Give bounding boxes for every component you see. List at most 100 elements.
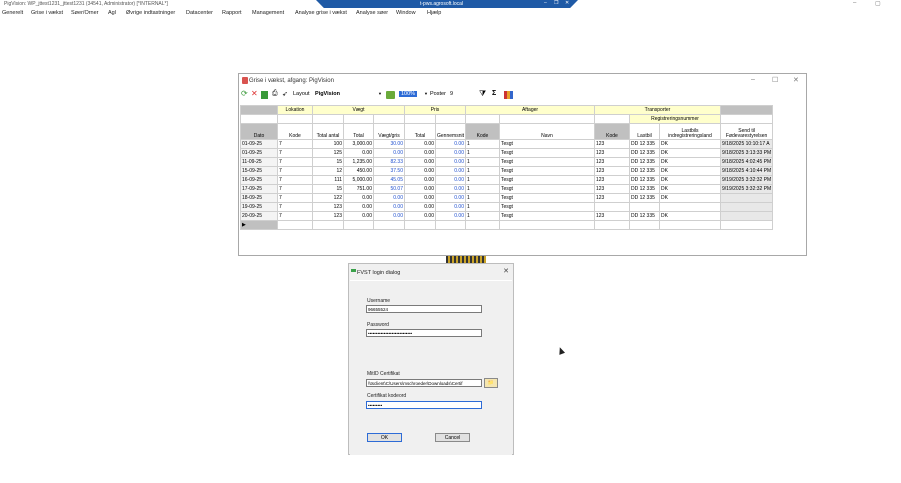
table-cell[interactable]: Tesgt	[499, 193, 595, 203]
layout-dropdown-icon[interactable]: ▼	[378, 91, 382, 96]
table-cell[interactable]: 0.00	[404, 184, 436, 194]
table-cell[interactable]: 1	[465, 157, 500, 167]
delete-icon[interactable]: ✕	[251, 89, 258, 98]
table-cell[interactable]: 0.00	[404, 202, 436, 212]
table-cell[interactable]: DK	[659, 157, 721, 167]
table-cell[interactable]: 0.00	[343, 148, 374, 158]
table-cell[interactable]: 123	[594, 157, 630, 167]
table-cell[interactable]: DK	[659, 166, 721, 176]
table-cell[interactable]: 1	[465, 139, 500, 149]
table-cell[interactable]: 0.00	[373, 148, 405, 158]
table-cell[interactable]: 0.00	[435, 211, 466, 221]
remote-minimize-button[interactable]: –	[544, 0, 547, 6]
table-cell[interactable]: 9/18/2025 10:10:17 A	[719, 139, 774, 149]
zoom-dropdown-icon[interactable]: ▼	[424, 91, 428, 96]
ok-button[interactable]: OK	[367, 433, 402, 442]
table-cell[interactable]: 30.00	[373, 139, 405, 149]
table-cell[interactable]: Tesgt	[499, 139, 595, 149]
table-cell[interactable]: 7	[277, 202, 313, 212]
menu-item[interactable]: Window	[396, 10, 416, 16]
table-cell[interactable]: 0.00	[404, 211, 436, 221]
table-cell[interactable]: 01-09-25	[240, 139, 278, 149]
table-cell[interactable]: DD 12 335	[629, 175, 660, 185]
table-cell[interactable]: 0.00	[343, 193, 374, 203]
table-cell[interactable]: DK	[659, 184, 721, 194]
table-cell[interactable]: 01-09-25	[240, 148, 278, 158]
table-cell[interactable]: 7	[277, 166, 313, 176]
table-cell[interactable]	[719, 193, 774, 203]
table-cell[interactable]: DK	[659, 193, 721, 203]
table-cell[interactable]: 1	[465, 175, 500, 185]
table-cell[interactable]: 0.00	[435, 184, 466, 194]
table-cell[interactable]: 125	[312, 148, 344, 158]
menu-item[interactable]: Agl	[108, 10, 116, 16]
table-cell[interactable]	[594, 202, 630, 212]
table-cell[interactable]: 0.00	[373, 202, 405, 212]
table-cell[interactable]: 1	[465, 166, 500, 176]
table-cell[interactable]: 15	[312, 157, 344, 167]
table-cell[interactable]: 123	[594, 184, 630, 194]
table-cell[interactable]: 123	[594, 139, 630, 149]
table-cell[interactable]: 0.00	[404, 148, 436, 158]
table-row[interactable]: 15-09-25 7 12 450.00 37.50 0.00 0.00 1 Tesgt 123 D…	[240, 166, 774, 176]
remote-close-button[interactable]: ✕	[565, 0, 569, 6]
table-cell[interactable]: Tesgt	[499, 202, 595, 212]
menu-item[interactable]: Hjælp	[427, 10, 441, 16]
table-cell[interactable]: 1,235.00	[343, 157, 374, 167]
browse-folder-icon[interactable]: 📁	[484, 378, 498, 388]
certificate-password-input[interactable]: •••••••••	[366, 401, 482, 409]
table-cell[interactable]: 450.00	[343, 166, 374, 176]
table-cell[interactable]: 0.00	[435, 175, 466, 185]
table-cell[interactable]: 0.00	[404, 166, 436, 176]
col-header[interactable]: Lastbil	[629, 123, 660, 140]
table-cell[interactable]: 0.00	[435, 166, 466, 176]
menu-item[interactable]: Datacenter	[186, 10, 213, 16]
table-cell[interactable]: 123	[594, 193, 630, 203]
table-cell[interactable]: 1	[465, 193, 500, 203]
zoom-select[interactable]: 100%	[399, 91, 418, 97]
table-cell[interactable]: 0.00	[404, 139, 436, 149]
table-cell[interactable]	[719, 211, 774, 221]
print-icon[interactable]: ⎙	[272, 90, 278, 98]
table-cell[interactable]: 20-09-25	[240, 211, 278, 221]
table-cell[interactable]: 0.00	[435, 193, 466, 203]
menu-item[interactable]: Analyse søer	[356, 10, 388, 16]
refresh-icon[interactable]: ⟳	[241, 89, 248, 98]
table-cell[interactable]: 9/19/2025 3:32:32 PM	[719, 184, 774, 194]
table-cell[interactable]: 17-09-25	[240, 184, 278, 194]
table-cell[interactable]: 9/19/2025 3:32:32 PM	[719, 175, 774, 185]
table-cell[interactable]: 3,000.00	[343, 139, 374, 149]
table-cell[interactable]: 11-09-25	[240, 157, 278, 167]
table-cell[interactable]: 7	[277, 148, 313, 158]
table-cell[interactable]: Tesgt	[499, 184, 595, 194]
dialog-close-button[interactable]: ✕	[503, 267, 509, 275]
menu-item[interactable]: Grise i vækst	[31, 10, 63, 16]
table-cell[interactable]: DD 12 335	[629, 166, 660, 176]
table-cell[interactable]	[629, 202, 660, 212]
table-cell[interactable]: DK	[659, 139, 721, 149]
password-input[interactable]: ••••••••••••••••••••••••••••	[366, 329, 482, 337]
table-cell[interactable]: 1	[465, 148, 500, 158]
table-cell[interactable]: DK	[659, 175, 721, 185]
table-cell[interactable]: 0.00	[435, 202, 466, 212]
table-cell[interactable]: 82.33	[373, 157, 405, 167]
table-cell[interactable]: 123	[594, 175, 630, 185]
table-row[interactable]: 19-09-25 7 123 0.00 0.00 0.00 0.00 1 Tesgt	[240, 202, 774, 212]
table-cell[interactable]: DK	[659, 148, 721, 158]
table-cell[interactable]: 0.00	[404, 193, 436, 203]
table-cell[interactable]: 7	[277, 184, 313, 194]
table-cell[interactable]: 50.07	[373, 184, 405, 194]
table-cell[interactable]: DD 12 335	[629, 193, 660, 203]
save-layout-icon[interactable]	[386, 91, 395, 99]
window-minimize-button[interactable]: –	[853, 0, 856, 6]
table-cell[interactable]: 7	[277, 211, 313, 221]
table-cell[interactable]: 9/18/2025 4:10:44 PM	[719, 166, 774, 176]
col-header[interactable]: Kode	[465, 123, 500, 140]
table-row[interactable]: 20-09-25 7 123 0.00 0.00 0.00 0.00 1 Tesgt 123 DD …	[240, 211, 774, 221]
table-cell[interactable]: 123	[312, 211, 344, 221]
menu-item[interactable]: Øvrige indtastninger	[126, 10, 175, 16]
table-cell[interactable]: 0.00	[343, 202, 374, 212]
table-row[interactable]: 16-09-25 7 111 5,000.00 45.05 0.00 0.00 1 Tesgt 1…	[240, 175, 774, 185]
table-cell[interactable]: 1	[465, 202, 500, 212]
remote-restore-button[interactable]: ❐	[554, 0, 558, 6]
